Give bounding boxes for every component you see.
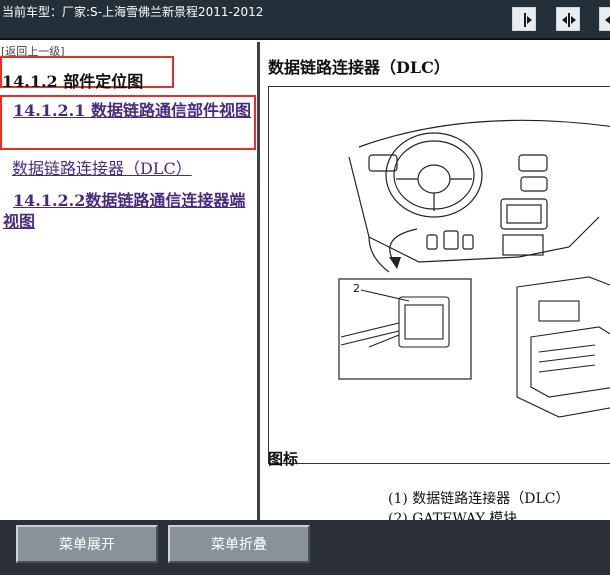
legend-item-1: (1) 数据链路连接器（DLC） [388,491,570,507]
move-both-icon [562,13,576,27]
move-left-icon [605,16,610,24]
expand-menu-button[interactable]: 菜单展开 [16,525,158,563]
sidebar-item-component-view[interactable]: 14.1.2.1 数据链路通信部件视图 [3,100,255,121]
top-bar: 当前车型：厂家:S-上海雪佛兰新景程2011-2012 [0,0,610,40]
sidebar-item-dlc[interactable]: 数据链路连接器（DLC） [12,155,192,179]
move-right-icon [524,13,532,27]
sidebar-item-connector-end-view[interactable]: 14.1.2.2数据链路通信连接器端视图 [3,190,255,232]
arrow-head [389,257,401,269]
legend-item-2: (2) GATEWAY 模块 [388,511,518,520]
move-right-button[interactable] [512,7,536,31]
dashboard-diagram: 2 [338,119,610,418]
bottom-bar: 菜单展开 菜单折叠 [0,520,610,575]
vehicle-title: 当前车型：厂家:S-上海雪佛兰新景程2011-2012 [2,5,264,19]
sidebar: [返回上一级] 14.1.2 部件定位图 14.1.2.1 数据链路通信部件视图… [0,42,257,520]
move-both-button[interactable] [556,7,580,31]
move-left-button[interactable] [599,7,610,31]
section-title: 14.1.2 部件定位图 [2,72,144,91]
content-pane: 数据链路连接器（DLC） 2 图标 (1) 数据链路连接器（DLC） (2) G… [260,42,610,520]
callout-number: 2 [353,282,360,295]
collapse-menu-button[interactable]: 菜单折叠 [168,525,310,563]
content-title: 数据链路连接器（DLC） [268,58,450,77]
legend-heading: 图标 [268,450,299,468]
dlc-location-figure: 2 [268,86,610,464]
